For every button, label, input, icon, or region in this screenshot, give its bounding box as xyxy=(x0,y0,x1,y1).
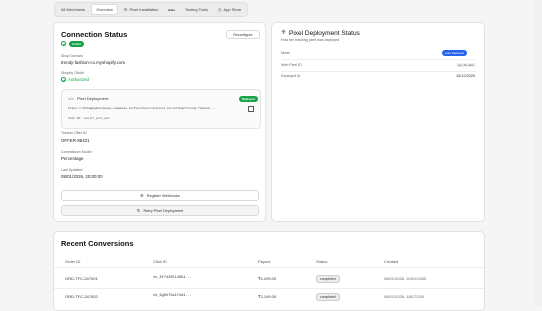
register-webhooks-label: Register Webhooks xyxy=(146,193,180,198)
reconfigure-button[interactable]: Reconfigure xyxy=(226,30,260,39)
commission-label: Commission Model xyxy=(61,150,92,154)
recent-conversions-card: Recent Conversions Order ID Click ID Pay… xyxy=(53,231,485,311)
status-badge: completed xyxy=(316,275,340,283)
pixel-box-title: Pixel Deployment xyxy=(77,96,109,101)
deployed-at-label: Deployed At xyxy=(281,74,301,78)
tab-testing-tools[interactable]: Testing Tools xyxy=(181,5,212,14)
divider xyxy=(281,71,477,72)
tab-label: Overview xyxy=(96,7,113,12)
tab-all-merchants[interactable]: All Merchants xyxy=(57,5,89,14)
scrollbar[interactable] xyxy=(534,0,542,305)
tracker-value: OFFER-85421 xyxy=(61,138,90,143)
register-webhooks-button[interactable]: ⚙ Register Webhooks xyxy=(61,190,259,201)
payout: ₹4,299.00 xyxy=(258,276,277,281)
tab-app-store[interactable]: ◎ App Store xyxy=(214,5,245,14)
mode-label: Mode xyxy=(281,51,290,55)
check-circle-icon xyxy=(61,41,66,46)
payout: ₹2,149.00 xyxy=(258,294,277,299)
deployed-at-value: 15/12/2025 xyxy=(456,74,476,78)
pixel-hash: hash ID: num_HT_pxsl_abc xyxy=(68,117,110,120)
shop-domain-value: trendy-fashion-co.myshopify.com xyxy=(61,60,126,65)
tab-bar: All Merchants Overview ⚙ Pixel Installati… xyxy=(54,2,249,17)
connection-status-card: Connection Status Reconfigure Active Sho… xyxy=(53,22,266,222)
tracker-label: Tracker Offer ID xyxy=(61,131,87,135)
order-id: ORD-TFC-247001 xyxy=(65,276,98,281)
col-created: Created xyxy=(384,259,399,264)
retry-pixel-label: Retry Pixel Deployment xyxy=(143,208,184,213)
pixel-url: https://ntnbdgdgbnbnpnpgu.supabase.co/fu… xyxy=(68,107,218,110)
recent-conversions-title: Recent Conversions xyxy=(61,239,134,248)
app-store-icon: ◎ xyxy=(217,7,222,12)
shop-domain-label: Shop Domain xyxy=(61,54,83,58)
tab-beta[interactable]: Beta xyxy=(164,6,179,14)
gear-icon: ⚙ xyxy=(123,7,128,12)
retry-pixel-button[interactable]: ↻ Retry Pixel Deployment xyxy=(61,205,259,216)
oauth-value: Authorized xyxy=(68,77,89,82)
table-row[interactable]: ORD-TFC-247001 ck_8f7420514694... ₹4,299… xyxy=(54,268,484,288)
webhook-icon: ⚙ xyxy=(140,193,144,198)
tab-pixel-installation[interactable]: ⚙ Pixel Installation xyxy=(120,5,163,14)
copy-icon[interactable] xyxy=(248,106,254,112)
deployed-badge: Deployed xyxy=(239,96,258,102)
oauth-label: Shopify OAuth xyxy=(61,71,85,75)
tab-overview[interactable]: Overview xyxy=(91,4,118,15)
col-click-id: Click ID xyxy=(153,259,167,264)
col-payout: Payout xyxy=(258,259,271,264)
code-icon: </> xyxy=(68,96,74,101)
pixel-status-subtitle: How the tracking pixel was deployed xyxy=(281,38,340,42)
status-badge: Active xyxy=(69,41,85,47)
divider xyxy=(281,59,477,60)
tab-label: Pixel Installation xyxy=(129,7,159,12)
pixel-icon: ⁜ xyxy=(281,30,287,36)
click-id: ck_8f7420514694... xyxy=(153,276,192,280)
created: 08/01/2026, 18/17/200 xyxy=(384,294,425,299)
order-id: ORD-TFC-247002 xyxy=(65,294,98,299)
connection-status-title: Connection Status xyxy=(61,30,128,39)
click-id: ck_9g0h75a1f4d4... xyxy=(153,294,192,298)
web-pixel-value: wp-71-abc xyxy=(456,63,476,67)
web-pixel-label: Web Pixel ID xyxy=(281,63,302,67)
col-order-id: Order ID xyxy=(65,259,81,264)
pixel-status-title: Pixel Deployment Status xyxy=(289,30,360,37)
mode-badge: Auto Deployed xyxy=(442,50,467,56)
table-row[interactable]: ORD-TFC-247002 ck_9g0h75a1f4d4... ₹2,149… xyxy=(54,289,484,309)
created: 08/01/2026, 20/01/2000 xyxy=(384,276,427,281)
pixel-status-card: ⁜ Pixel Deployment Status How the tracki… xyxy=(271,22,485,222)
commission-value: Percentage xyxy=(61,156,84,161)
updated-value: 08/01/2026, 20:00:00 xyxy=(61,174,103,179)
tab-label: All Merchants xyxy=(61,7,86,12)
reconfigure-label: Reconfigure xyxy=(233,32,253,37)
col-status: Status xyxy=(316,259,328,264)
refresh-icon: ↻ xyxy=(136,207,141,213)
status-badge: completed xyxy=(316,293,340,301)
pixel-deployment-box: </> Pixel Deployment Deployed https://nt… xyxy=(61,89,261,129)
tab-label: Beta xyxy=(168,7,175,12)
tab-label: Testing Tools xyxy=(184,7,208,12)
check-circle-icon xyxy=(61,77,66,82)
updated-label: Last Updated xyxy=(61,168,83,172)
tab-label: App Store xyxy=(223,7,242,12)
